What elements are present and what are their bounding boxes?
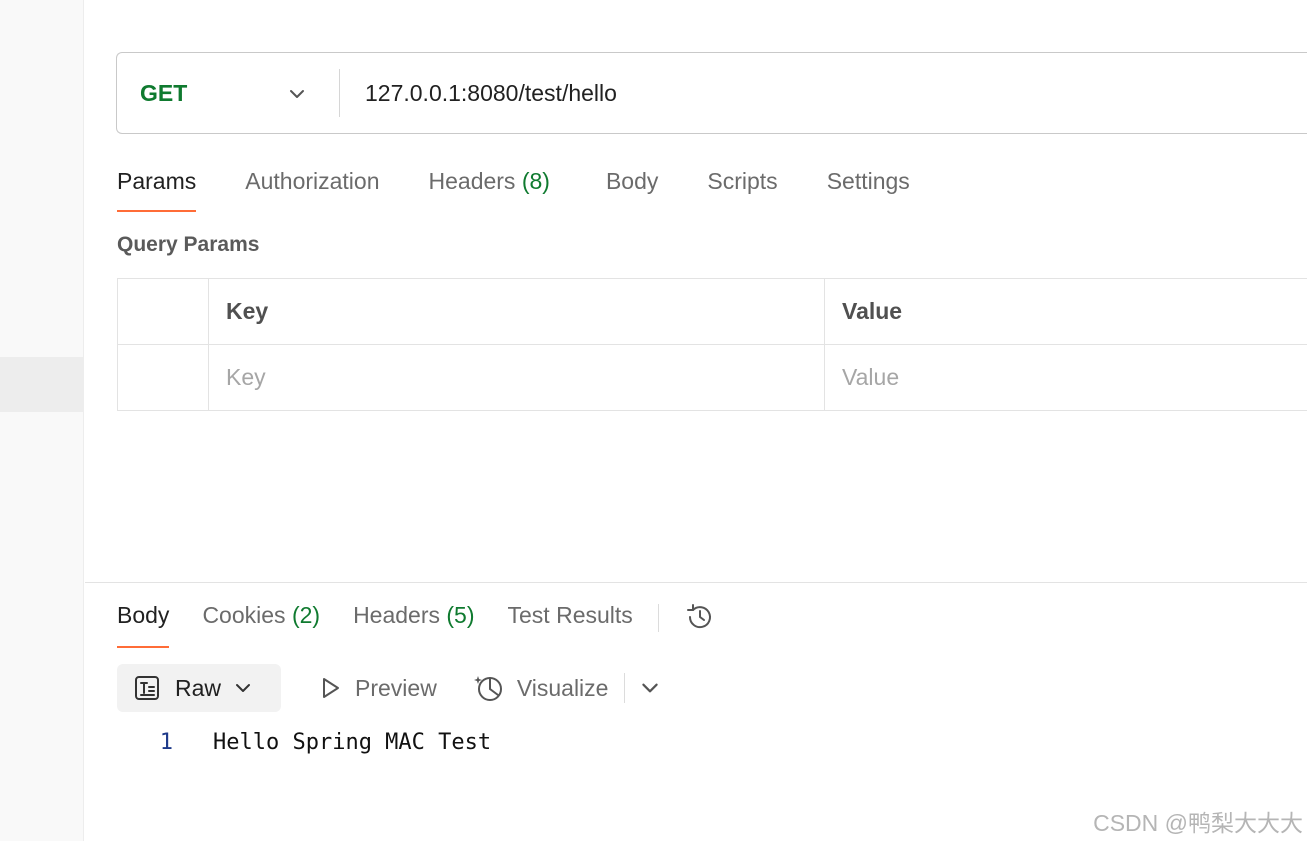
table-header-row: Key Value [117, 278, 1307, 345]
query-params-table: Key Value Key Value [117, 278, 1307, 411]
cookies-count: (2) [291, 602, 321, 628]
raw-format-button[interactable]: Raw [117, 664, 282, 712]
line-number: 1 [159, 730, 173, 755]
tab-scripts[interactable]: Scripts [707, 162, 777, 212]
url-input[interactable]: 127.0.0.1:8080/test/hello [340, 80, 617, 107]
response-tabs-separator [657, 604, 659, 632]
visualize-button[interactable]: Visualize [473, 672, 608, 704]
chevron-down-icon[interactable] [639, 677, 661, 699]
tab-body[interactable]: Body [606, 162, 658, 212]
url-bar: GET 127.0.0.1:8080/test/hello [116, 52, 1307, 134]
format-separator [624, 673, 626, 703]
response-tab-cookies[interactable]: Cookies (2) [202, 596, 320, 648]
request-tabs: Params Authorization Headers (8) Body Sc… [117, 162, 959, 214]
query-params-title: Query Params [117, 233, 260, 256]
response-tab-headers[interactable]: Headers (5) [353, 596, 474, 648]
response-tab-test-results[interactable]: Test Results [508, 596, 633, 648]
preview-play-icon [323, 678, 340, 698]
value-input[interactable]: Value [824, 344, 1307, 411]
watermark: CSDN @鸭梨大大大 [1093, 810, 1303, 836]
method-select[interactable]: GET [117, 53, 339, 133]
row-checkbox-cell[interactable] [117, 344, 209, 411]
response-divider[interactable] [85, 582, 1307, 583]
headers-count: (8) [521, 168, 550, 194]
tab-headers[interactable]: Headers (8) [429, 162, 550, 212]
preview-button[interactable]: Preview [317, 675, 437, 702]
key-input[interactable]: Key [208, 344, 825, 411]
top-cutoff-breadcrumb [121, 0, 541, 6]
tab-params[interactable]: Params [117, 162, 197, 212]
value-column-header: Value [824, 278, 1307, 345]
chevron-down-icon [236, 684, 251, 692]
checkbox-column-header [117, 278, 209, 345]
tab-settings[interactable]: Settings [827, 162, 910, 212]
visualize-icon [473, 676, 502, 701]
chevron-down-icon [290, 90, 304, 98]
sidebar-selected-item[interactable] [0, 357, 84, 412]
method-label: GET [140, 79, 188, 106]
tab-authorization[interactable]: Authorization [245, 162, 379, 212]
response-body-line: 1 Hello Spring MAC Test [117, 730, 491, 755]
response-format-bar: Raw Preview Visualize [117, 664, 661, 712]
main-panel: GET 127.0.0.1:8080/test/hello Params Aut… [85, 0, 1307, 841]
response-tab-body[interactable]: Body [117, 596, 170, 648]
left-sidebar [0, 0, 84, 841]
response-headers-count: (5) [446, 602, 475, 628]
table-row: Key Value [117, 344, 1307, 411]
key-column-header: Key [208, 278, 825, 345]
response-tabs: Body Cookies (2) Headers (5) Test Result… [117, 596, 717, 648]
raw-text-icon [135, 676, 159, 700]
response-body-text: Hello Spring MAC Test [213, 730, 492, 755]
history-icon[interactable] [683, 600, 717, 634]
